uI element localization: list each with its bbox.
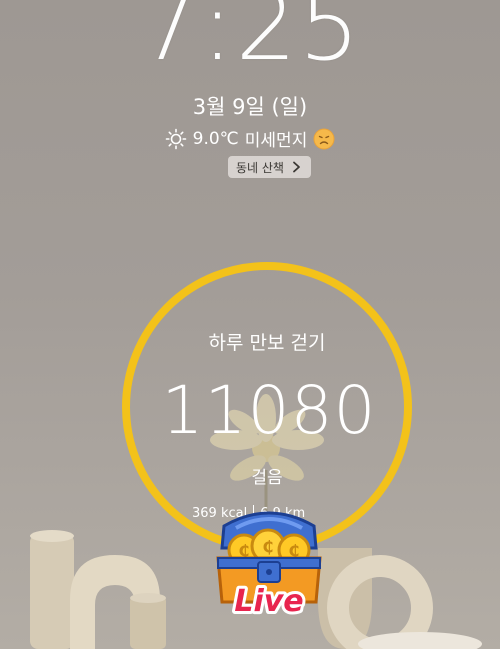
step-count: 11080 — [161, 372, 377, 449]
svg-text:₵: ₵ — [262, 537, 273, 556]
clock-time: 7:25 — [138, 0, 362, 82]
sun-icon — [165, 128, 186, 149]
live-label: Live — [234, 584, 303, 619]
air-quality-label: 미세먼지 — [244, 131, 308, 151]
walk-chip-button[interactable]: 동네 산책 — [228, 156, 311, 178]
temperature-label: 9.0℃ — [192, 128, 239, 149]
weather-row[interactable]: 9.0℃ 미세먼지 — [0, 126, 500, 151]
step-unit-label: 걸음 — [251, 468, 283, 488]
chevron-right-icon — [293, 161, 300, 173]
step-widget-title: 하루 만보 걷기 — [208, 332, 326, 354]
lock-screen: 7:25 3월 9일 (일) 9.0℃ 미세먼지 동네 산책 하루 만보 걷기 … — [0, 0, 500, 649]
sad-face-icon — [313, 128, 335, 149]
treasure-chest-live-badge[interactable]: ₵ ₵ ₵ Live Live — [206, 506, 332, 624]
walk-chip-label: 동네 산책 — [236, 160, 284, 175]
date-label: 3월 9일 (일) — [192, 95, 308, 119]
